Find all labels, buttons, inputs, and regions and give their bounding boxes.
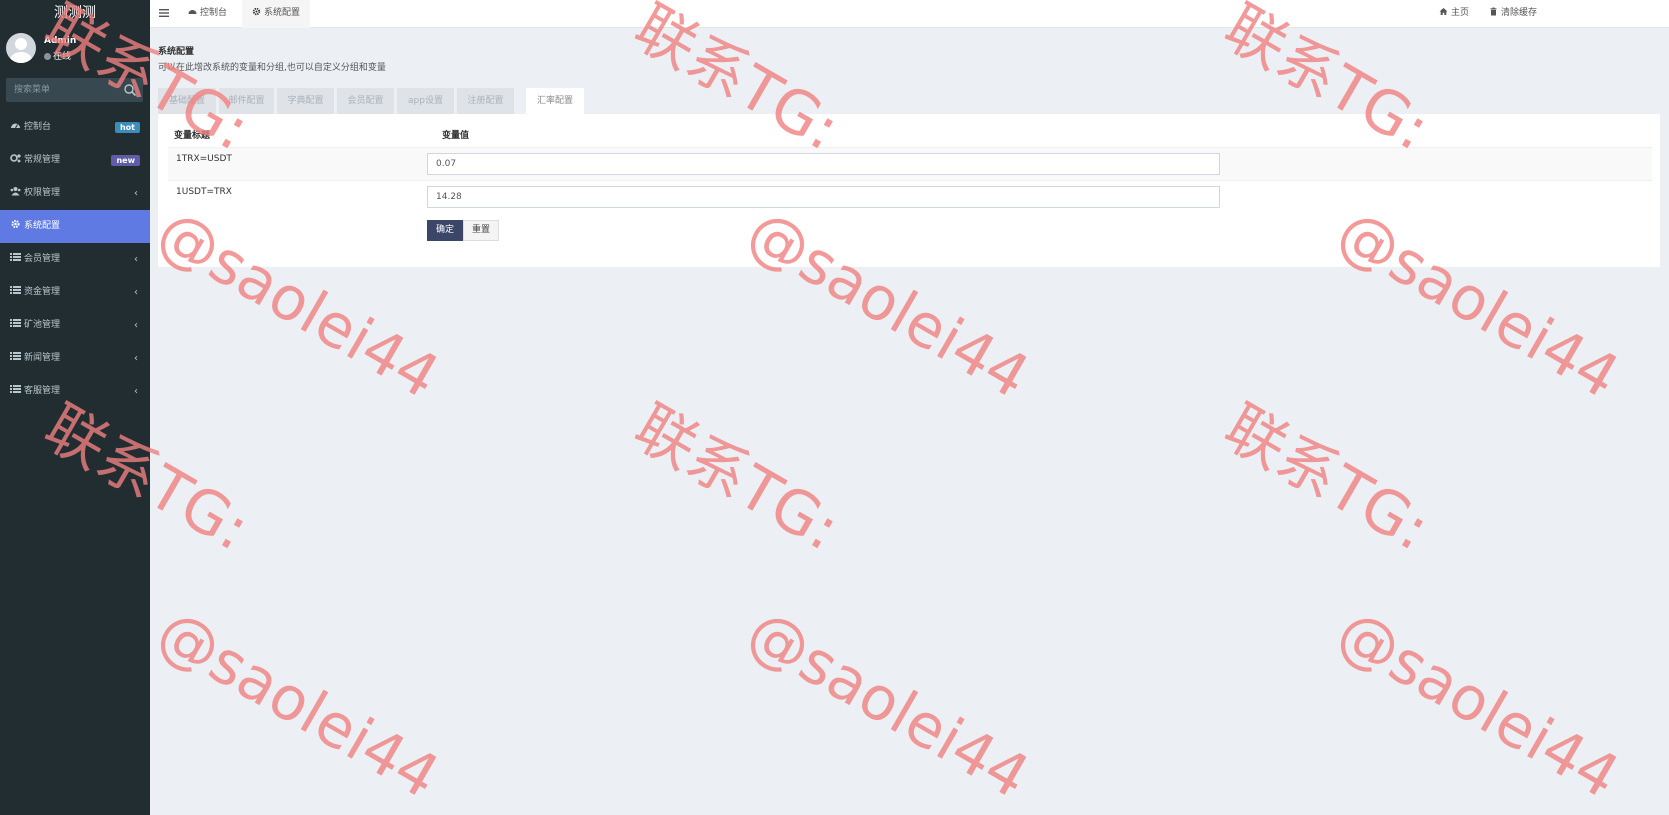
watermark-text-handle: @saolei44 xyxy=(146,596,451,812)
user-status-label: 在线 xyxy=(53,52,72,62)
dashboard-icon xyxy=(11,123,20,129)
page-description: 可以在此增改系统的变量和分组,也可以自定义分组和变量 xyxy=(158,63,386,73)
home-link[interactable]: 主页 xyxy=(1439,0,1469,26)
sidebar-item-system-config[interactable]: 系统配置 xyxy=(0,210,150,243)
row-label: 1TRX=USDT xyxy=(176,154,232,164)
sidebar-item-label: 矿池管理 xyxy=(24,320,61,330)
chevron-left-icon: ‹ xyxy=(134,320,138,331)
watermark-text-cn: 联系TG: xyxy=(623,392,851,564)
user-name: Admin xyxy=(44,36,77,46)
search-input[interactable] xyxy=(6,78,118,102)
dashboard-icon xyxy=(188,10,197,14)
sidebar-item-label: 系统配置 xyxy=(24,221,61,231)
top-navbar: 控制台 系统配置 主页 清除缓存 xyxy=(150,0,1669,28)
home-icon xyxy=(1439,8,1448,15)
clear-cache-label: 清除缓存 xyxy=(1501,8,1538,18)
tab-app-settings[interactable]: app设置 xyxy=(397,88,454,114)
new-badge: new xyxy=(111,155,140,166)
chevron-left-icon: ‹ xyxy=(134,287,138,298)
list-icon xyxy=(10,253,21,261)
gear-icon xyxy=(252,7,261,16)
tab-dashboard[interactable]: 控制台 xyxy=(178,0,237,28)
brand-logo[interactable]: 测测测 xyxy=(0,0,150,26)
tab-label: 控制台 xyxy=(200,8,228,18)
trx-usdt-rate-input[interactable] xyxy=(427,153,1220,175)
trash-icon xyxy=(1490,7,1497,16)
list-icon xyxy=(10,352,21,360)
tab-exchange-rate-config[interactable]: 汇率配置 xyxy=(526,88,584,114)
sidebar-menu: 控制台 hot 常规管理 new 权限管理 ‹ 系统配置 会员管理 ‹ 资金管理… xyxy=(0,111,150,408)
gear-icon xyxy=(11,220,20,228)
user-panel: Admin 在线 xyxy=(0,26,150,64)
cogs-icon xyxy=(10,154,21,163)
clear-cache-link[interactable]: 清除缓存 xyxy=(1489,0,1537,26)
watermark-tile: 联系TG: @saolei44 xyxy=(1213,392,1631,812)
sidebar-item-news[interactable]: 新闻管理 ‹ xyxy=(0,342,150,375)
tab-system-config[interactable]: 系统配置 xyxy=(242,0,311,28)
table-row: 1TRX=USDT xyxy=(168,147,1652,180)
home-link-label: 主页 xyxy=(1451,8,1470,18)
chevron-left-icon: ‹ xyxy=(134,254,138,265)
tab-mail-config[interactable]: 邮件配置 xyxy=(219,88,274,114)
sidebar-item-label: 控制台 xyxy=(24,122,52,132)
sidebar-item-general[interactable]: 常规管理 new xyxy=(0,144,150,177)
sidebar-item-funds[interactable]: 资金管理 ‹ xyxy=(0,276,150,309)
content-header: 系统配置 可以在此增改系统的变量和分组,也可以自定义分组和变量 xyxy=(158,44,386,73)
sidebar-item-permissions[interactable]: 权限管理 ‹ xyxy=(0,177,150,210)
column-header-title: 变量标题 xyxy=(174,131,211,141)
chevron-left-icon: ‹ xyxy=(134,353,138,364)
tab-register-config[interactable]: 注册配置 xyxy=(457,88,514,114)
sidebar-item-customer-service[interactable]: 客服管理 ‹ xyxy=(0,375,150,408)
list-icon xyxy=(10,286,21,294)
status-dot-icon xyxy=(44,53,51,60)
config-panel: 变量标题 变量值 1TRX=USDT 1USDT=TRX 确定 重置 xyxy=(158,114,1660,267)
sidebar-item-dashboard[interactable]: 控制台 hot xyxy=(0,111,150,144)
row-label: 1USDT=TRX xyxy=(176,187,232,197)
menu-toggle-icon[interactable] xyxy=(158,7,170,19)
sidebar-item-label: 新闻管理 xyxy=(24,353,61,363)
chevron-left-icon: ‹ xyxy=(134,188,138,199)
sidebar: 测测测 Admin 在线 控制台 hot 常规管理 new 权限管理 ‹ 系统配… xyxy=(0,0,150,815)
watermark-text-cn: 联系TG: xyxy=(1213,392,1441,564)
page-title: 系统配置 xyxy=(158,47,195,57)
watermark-text-handle: @saolei44 xyxy=(1326,596,1631,812)
chevron-left-icon: ‹ xyxy=(134,386,138,397)
usdt-trx-rate-input[interactable] xyxy=(427,186,1220,208)
reset-button[interactable]: 重置 xyxy=(463,220,500,241)
search-icon[interactable] xyxy=(123,83,137,97)
avatar xyxy=(6,33,36,63)
sidebar-item-label: 会员管理 xyxy=(24,254,61,264)
sidebar-item-label: 资金管理 xyxy=(24,287,61,297)
sidebar-item-label: 客服管理 xyxy=(24,386,61,396)
tab-basic-config[interactable]: 基础配置 xyxy=(158,88,216,114)
tab-dictionary-config[interactable]: 字典配置 xyxy=(277,88,334,114)
table-row: 1USDT=TRX xyxy=(168,180,1652,213)
user-status: 在线 xyxy=(44,49,71,62)
sidebar-item-label: 常规管理 xyxy=(24,155,61,165)
sidebar-item-mining-pool[interactable]: 矿池管理 ‹ xyxy=(0,309,150,342)
group-icon xyxy=(10,187,21,196)
confirm-button[interactable]: 确定 xyxy=(427,220,464,241)
list-icon xyxy=(10,385,21,393)
watermark-tile: 联系TG: @saolei44 xyxy=(623,392,1041,812)
hot-badge: hot xyxy=(114,122,140,133)
list-icon xyxy=(10,319,21,327)
column-header-value: 变量值 xyxy=(442,131,470,141)
sidebar-item-members[interactable]: 会员管理 ‹ xyxy=(0,243,150,276)
sidebar-item-label: 权限管理 xyxy=(24,188,61,198)
tab-member-config[interactable]: 会员配置 xyxy=(337,88,394,114)
watermark-text-handle: @saolei44 xyxy=(736,596,1041,812)
sidebar-search xyxy=(6,78,143,102)
tab-label: 系统配置 xyxy=(264,8,301,18)
